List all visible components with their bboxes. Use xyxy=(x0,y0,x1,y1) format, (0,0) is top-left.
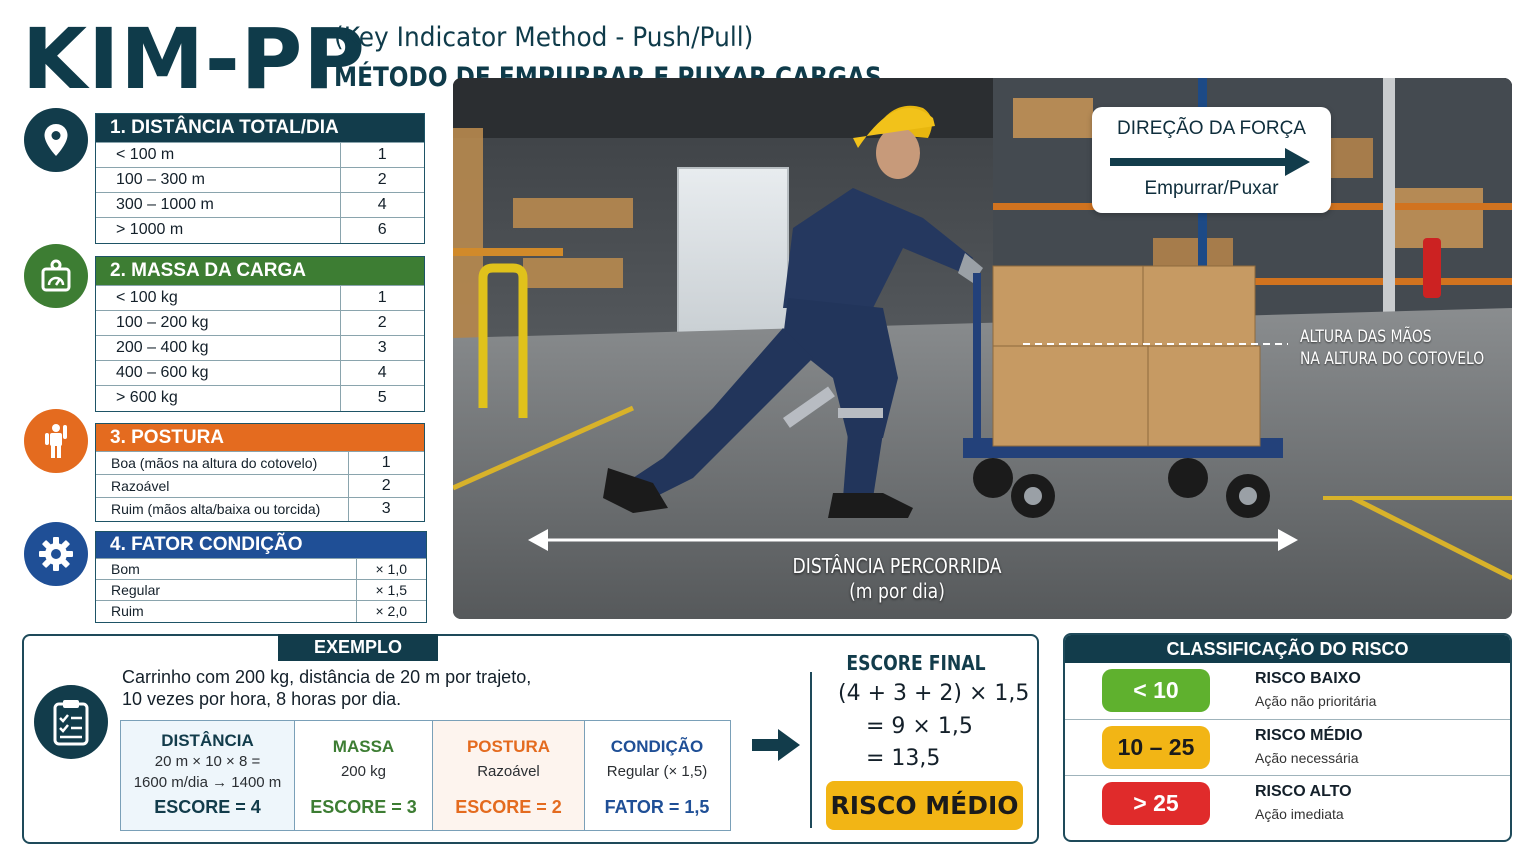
risk-row-high: > 25 RISCO ALTO Ação imediata xyxy=(1065,775,1510,831)
risk-name: RISCO ALTO xyxy=(1255,783,1352,800)
factor-title: 1. DISTÂNCIA TOTAL/DIA xyxy=(96,114,424,142)
risk-action: Ação imediata xyxy=(1255,806,1344,822)
factor-row-score: 1 xyxy=(339,142,424,168)
example-col-value: 20 m × 10 × 8 = xyxy=(154,753,261,770)
force-direction-box: DIREÇÃO DA FORÇA Empurrar/Puxar xyxy=(1092,107,1331,213)
factor-row-score: 2 xyxy=(339,167,424,193)
example-col-posture: POSTURA Razoável ESCORE = 2 xyxy=(433,721,585,830)
example-tab: EXEMPLO xyxy=(278,634,438,661)
factor-table-distance: 1. DISTÂNCIA TOTAL/DIA < 100 m1 100 – 30… xyxy=(95,113,425,244)
example-col-score: ESCORE = 4 xyxy=(154,797,261,817)
factor-row-label: 300 – 1000 m xyxy=(96,192,340,218)
factor-row-label: < 100 m xyxy=(96,142,340,168)
factor-title: 2. MASSA DA CARGA xyxy=(96,257,424,285)
factor-row-score: × 1,0 xyxy=(355,558,426,580)
factor-row-label: Regular xyxy=(96,579,356,601)
factor-row-score: 1 xyxy=(347,451,424,475)
scale-weight-icon xyxy=(24,244,88,308)
risk-row-low: < 10 RISCO BAIXO Ação não prioritária xyxy=(1065,663,1510,719)
risk-name: RISCO MÉDIO xyxy=(1255,727,1363,744)
factor-row-label: > 600 kg xyxy=(96,385,340,411)
example-description: Carrinho com 200 kg, distância de 20 m p… xyxy=(122,666,531,710)
example-breakdown: DISTÂNCIA 20 m × 10 × 8 = 1600 m/dia → 1… xyxy=(120,720,731,831)
hand-height-line-2: NA ALTURA DO COTOVELO xyxy=(1300,349,1485,369)
factor-row-score: 4 xyxy=(339,192,424,218)
factor-row-score: × 2,0 xyxy=(355,600,426,622)
example-description-line-1: Carrinho com 200 kg, distância de 20 m p… xyxy=(122,667,532,687)
risk-name: RISCO BAIXO xyxy=(1255,670,1361,687)
risk-action: Ação necessária xyxy=(1255,750,1359,766)
factor-row-score: 3 xyxy=(347,497,424,521)
person-posture-icon xyxy=(24,409,88,473)
risk-action: Ação não prioritária xyxy=(1255,693,1377,709)
example-col-head: POSTURA xyxy=(466,737,551,756)
risk-title: CLASSIFICAÇÃO DO RISCO xyxy=(1065,635,1510,663)
example-description-line-2: 10 vezes por hora, 8 horas por dia. xyxy=(122,689,402,709)
factor-row-score: × 1,5 xyxy=(355,579,426,601)
example-col-distance: DISTÂNCIA 20 m × 10 × 8 = 1600 m/dia → 1… xyxy=(121,721,295,830)
example-col-head: MASSA xyxy=(332,737,395,756)
example-col-score: ESCORE = 3 xyxy=(310,797,417,817)
factor-row-label: Ruim (mãos alta/baixa ou torcida) xyxy=(96,497,348,521)
distance-label-line-1: DISTÂNCIA PERCORRIDA xyxy=(792,554,1002,578)
factor-row-label: 400 – 600 kg xyxy=(96,360,340,386)
factor-table-posture: 3. POSTURA Boa (mãos na altura do cotove… xyxy=(95,423,425,522)
example-col-condition: CONDIÇÃO Regular (× 1,5) FATOR = 1,5 xyxy=(585,721,729,830)
final-score-title: ESCORE FINAL xyxy=(846,651,986,675)
example-col-value: 1600 m/dia → 1400 m xyxy=(133,774,282,791)
example-col-head: CONDIÇÃO xyxy=(610,737,704,756)
factor-table-condition: 4. FATOR CONDIÇÃO Bom × 1,0 Regular × 1,5 … xyxy=(95,531,427,623)
example-col-value: Razoável xyxy=(477,763,540,780)
example-col-value: Regular (× 1,5) xyxy=(606,763,708,780)
factor-table-mass: 2. MASSA DA CARGA < 100 kg 1 100 – 200 kg… xyxy=(95,256,425,412)
factor-row-label: 100 – 300 m xyxy=(96,167,340,193)
hand-height-label: ALTURA DAS MÃOS NA ALTURA DO COTOVELO xyxy=(1300,326,1484,370)
page-subtitle: (Key Indicator Method - Push/Pull) xyxy=(334,22,754,53)
factor-row-label: < 100 kg xyxy=(96,285,340,311)
calc-line-3: = 13,5 xyxy=(866,746,941,771)
hand-height-line-1: ALTURA DAS MÃOS xyxy=(1300,327,1432,347)
factor-row-score: 5 xyxy=(339,385,424,411)
factor-row-score: 2 xyxy=(339,310,424,336)
factor-row-label: Razoável xyxy=(96,474,348,498)
arrow-right-icon xyxy=(1110,148,1310,176)
factor-row-score: 3 xyxy=(339,335,424,361)
example-col-head: DISTÂNCIA xyxy=(161,731,254,750)
gear-icon xyxy=(24,522,88,586)
example-col-score: FATOR = 1,5 xyxy=(604,797,710,817)
result-risk-badge: RISCO MÉDIO xyxy=(826,781,1023,830)
page-title: KIM-PP xyxy=(22,10,366,108)
factor-row-label: 100 – 200 kg xyxy=(96,310,340,336)
force-title: DIREÇÃO DA FORÇA xyxy=(1117,118,1306,139)
location-pin-icon xyxy=(24,108,88,172)
example-col-mass: MASSA 200 kg ESCORE = 3 xyxy=(295,721,433,830)
factor-row-label: Ruim xyxy=(96,600,356,622)
factor-title: 4. FATOR CONDIÇÃO xyxy=(96,532,426,558)
risk-classification-panel: CLASSIFICAÇÃO DO RISCO < 10 RISCO BAIXO … xyxy=(1063,633,1512,842)
calc-line-1: (4 + 3 + 2) × 1,5 xyxy=(838,681,1030,706)
risk-row-medium: 10 – 25 RISCO MÉDIO Ação necessária xyxy=(1065,719,1510,775)
factor-row-label: Bom xyxy=(96,558,356,580)
factor-row-score: 2 xyxy=(347,474,424,498)
factor-row-score: 1 xyxy=(339,285,424,311)
risk-range-pill: 10 – 25 xyxy=(1102,726,1210,769)
factor-row-score: 6 xyxy=(339,217,424,243)
risk-range-pill: > 25 xyxy=(1102,782,1210,825)
example-col-score: ESCORE = 2 xyxy=(455,797,562,817)
factor-row-label: Boa (mãos na altura do cotovelo) xyxy=(96,451,348,475)
example-col-value: 200 kg xyxy=(340,763,387,780)
risk-range-pill: < 10 xyxy=(1102,669,1210,712)
factor-row-label: > 1000 m xyxy=(96,217,340,243)
clipboard-checklist-icon xyxy=(34,685,108,759)
distance-label-line-2: (m por dia) xyxy=(849,579,945,603)
distance-label: DISTÂNCIA PERCORRIDA (m por dia) xyxy=(767,554,1027,604)
force-subtitle: Empurrar/Puxar xyxy=(1144,178,1279,199)
arrow-right-icon xyxy=(752,729,800,761)
factor-title: 3. POSTURA xyxy=(96,424,424,451)
factor-row-label: 200 – 400 kg xyxy=(96,335,340,361)
factor-row-score: 4 xyxy=(339,360,424,386)
divider xyxy=(810,672,812,828)
calc-line-2: = 9 × 1,5 xyxy=(866,714,973,739)
